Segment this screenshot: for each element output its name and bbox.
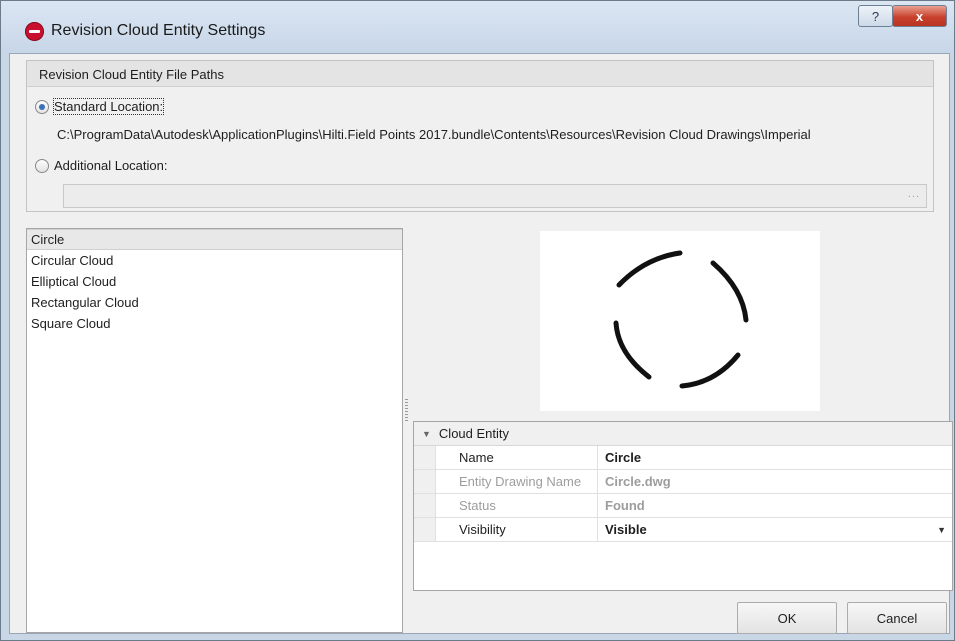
property-row-drawing-name[interactable]: Entity Drawing Name Circle.dwg	[414, 470, 952, 494]
additional-location-option[interactable]: Additional Location:	[35, 158, 167, 173]
standard-location-radio[interactable]	[35, 99, 49, 114]
list-item[interactable]: Square Cloud	[27, 313, 402, 334]
visibility-dropdown[interactable]: Visible ▼	[598, 518, 952, 541]
window-title: Revision Cloud Entity Settings	[51, 22, 266, 39]
entity-list[interactable]: Circle Circular Cloud Elliptical Cloud R…	[26, 228, 403, 633]
property-label: Name	[436, 446, 598, 469]
hilti-logo-icon	[25, 22, 44, 41]
entity-preview	[540, 231, 820, 411]
property-grid[interactable]: ▼ Cloud Entity Name Circle Entity Drawin…	[413, 421, 953, 591]
property-label: Entity Drawing Name	[436, 470, 598, 493]
standard-location-path: C:\ProgramData\Autodesk\ApplicationPlugi…	[57, 127, 811, 142]
title-bar[interactable]: Revision Cloud Entity Settings ? x	[1, 1, 954, 53]
property-value: Visible	[605, 522, 647, 537]
additional-location-label[interactable]: Additional Location:	[54, 158, 167, 173]
list-item[interactable]: Circular Cloud	[27, 250, 402, 271]
browse-button[interactable]: ...	[908, 188, 920, 200]
file-paths-group: Revision Cloud Entity File Paths Standar…	[26, 60, 934, 212]
list-item[interactable]: Rectangular Cloud	[27, 292, 402, 313]
row-gutter	[414, 518, 436, 541]
list-item[interactable]: Elliptical Cloud	[27, 271, 402, 292]
row-gutter	[414, 470, 436, 493]
list-item[interactable]: Circle	[27, 229, 402, 250]
row-gutter	[414, 446, 436, 469]
property-label: Status	[436, 494, 598, 517]
file-paths-group-title: Revision Cloud Entity File Paths	[27, 61, 933, 87]
dialog-body: Revision Cloud Entity File Paths Standar…	[9, 53, 953, 634]
category-label: Cloud Entity	[438, 425, 510, 441]
close-button[interactable]: x	[892, 5, 947, 27]
dropdown-arrow-icon[interactable]: ▼	[937, 518, 946, 542]
additional-location-field[interactable]: ...	[63, 184, 927, 208]
property-row-status[interactable]: Status Found	[414, 494, 952, 518]
dashed-circle-preview-icon	[613, 250, 749, 389]
property-row-name[interactable]: Name Circle	[414, 446, 952, 470]
row-gutter	[414, 494, 436, 517]
splitter-grip[interactable]	[405, 399, 408, 421]
property-category[interactable]: ▼ Cloud Entity	[414, 422, 952, 446]
property-value: Found	[605, 498, 645, 513]
collapse-caret-icon[interactable]: ▼	[422, 422, 431, 446]
property-value[interactable]: Circle	[598, 446, 952, 469]
cancel-button[interactable]: Cancel	[847, 602, 947, 634]
dialog-window: Revision Cloud Entity Settings ? x Revis…	[0, 0, 955, 641]
additional-location-radio[interactable]	[35, 158, 49, 173]
standard-location-label[interactable]: Standard Location:	[52, 98, 165, 115]
property-label: Visibility	[436, 518, 598, 541]
standard-location-option[interactable]: Standard Location:	[35, 98, 165, 115]
property-value: Circle.dwg	[605, 474, 671, 489]
help-button[interactable]: ?	[858, 5, 893, 27]
property-row-visibility[interactable]: Visibility Visible ▼	[414, 518, 952, 542]
ok-button[interactable]: OK	[737, 602, 837, 634]
